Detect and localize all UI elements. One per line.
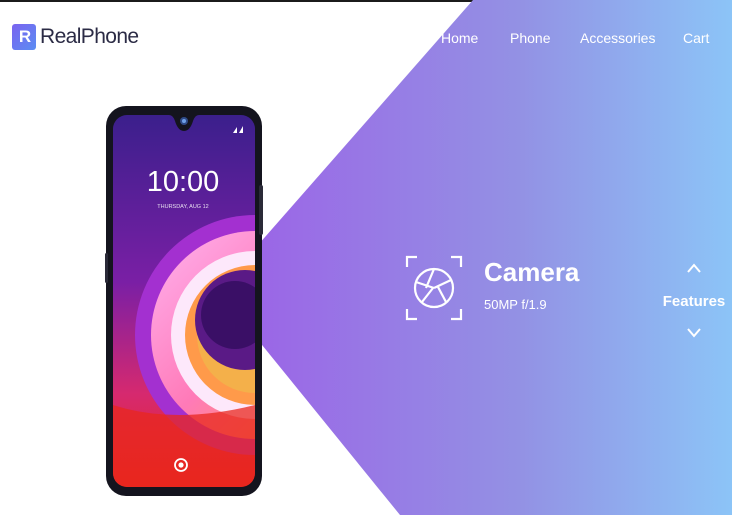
nav-item-cart[interactable]: Cart: [683, 30, 709, 46]
feature-card: Camera 50MP f/1.9: [405, 255, 635, 321]
features-label: Features: [662, 293, 726, 310]
main-nav: Home Phone Accessories Cart: [0, 30, 732, 50]
chevron-down-icon[interactable]: [686, 326, 702, 338]
phone-screen-date: THURSDAY, AUG 12: [157, 204, 208, 210]
chevron-up-icon[interactable]: [686, 262, 702, 274]
camera-aperture-icon: [405, 255, 463, 321]
phone-image: 10:00 THURSDAY, AUG 12: [105, 106, 263, 496]
feature-title: Camera: [484, 257, 580, 287]
features-carousel-nav: Features: [660, 258, 728, 342]
nav-item-accessories[interactable]: Accessories: [580, 30, 655, 46]
nav-item-phone[interactable]: Phone: [510, 30, 550, 46]
nav-item-home[interactable]: Home: [441, 30, 478, 46]
phone-screen-time: 10:00: [147, 166, 220, 198]
feature-spec: 50MP f/1.9: [484, 297, 547, 312]
